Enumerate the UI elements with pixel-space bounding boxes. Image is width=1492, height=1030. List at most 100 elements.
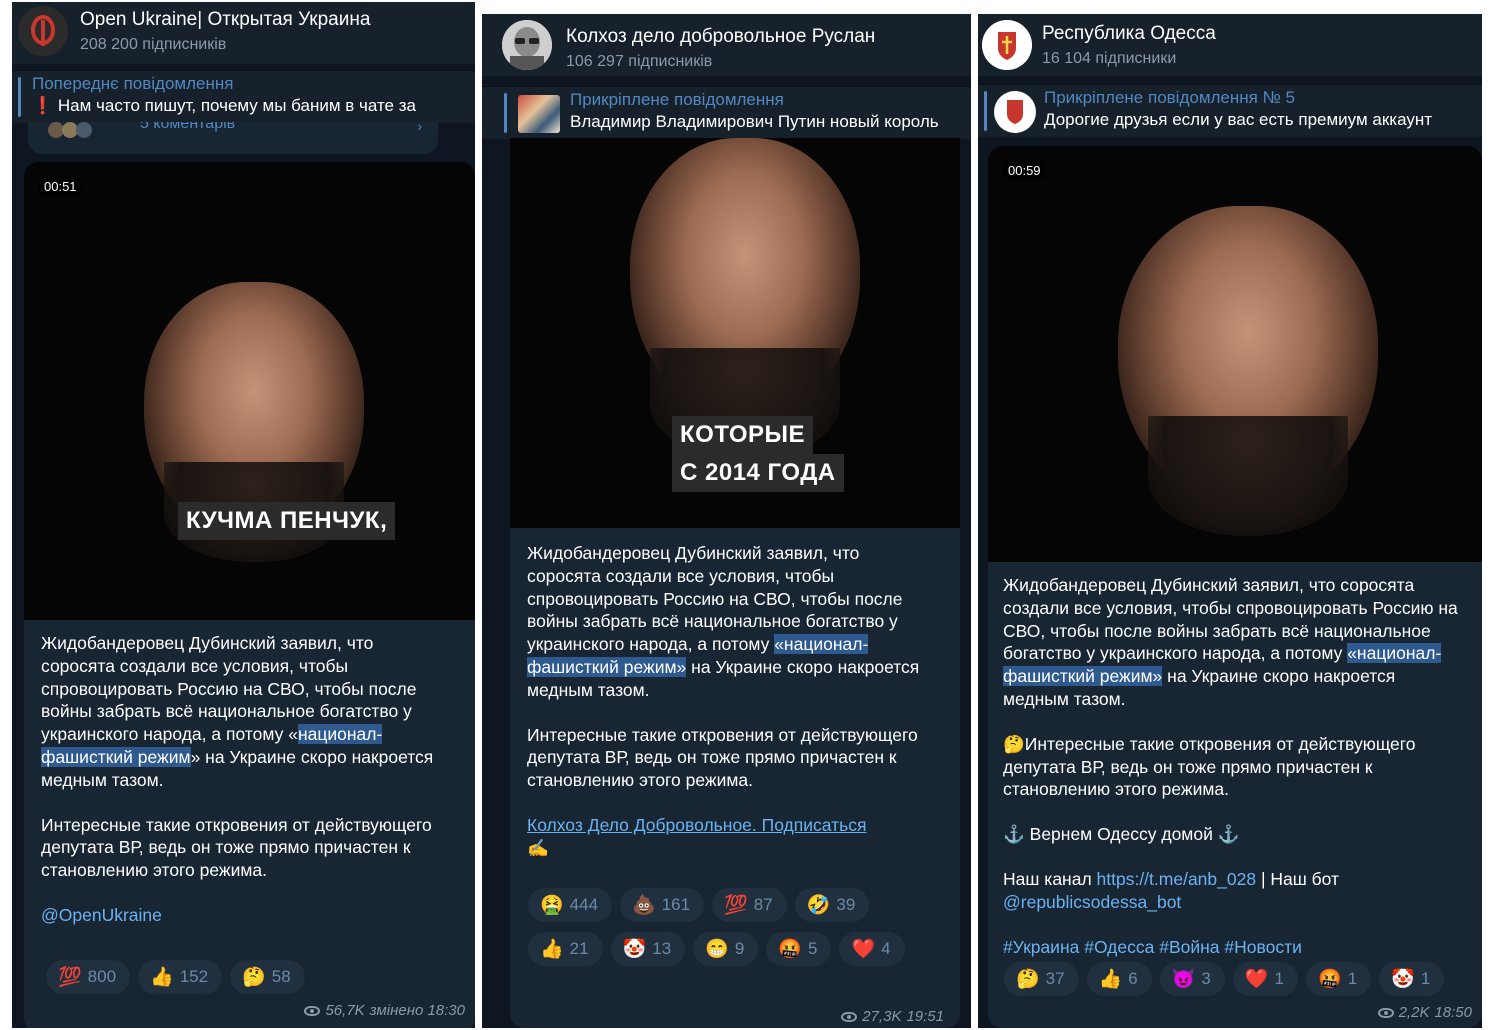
pinned-indicator [18,77,21,117]
video-duration: 00:51 [38,176,83,197]
reaction-devil[interactable]: 😈 3 [1159,962,1225,996]
post-time: 18:50 [1434,1004,1472,1021]
previous-post-comments-peek[interactable]: 5 коментарів › [28,122,438,154]
pinned-thumbnail [994,91,1036,133]
pinned-label: Прикріплене повідомлення № 5 [1044,88,1296,107]
reaction-vomit[interactable]: 🤮 444 [528,888,613,922]
hundred-points-icon: 💯 [58,967,82,988]
thumbs-up-icon: 👍 [540,939,564,960]
chevron-right-icon: › [417,122,422,134]
red-heart-icon: ❤️ [1244,969,1269,990]
view-count: 56,7K [325,1002,365,1019]
reactions-row: 🤮 444 💩 161 💯 87 🤣 39 👍 21 🤡 13 😁 9 🤬 5 ❤️ 4 [528,888,948,966]
reaction-cursing[interactable]: 🤬 5 [766,932,832,966]
channel-header[interactable]: Республика Одесса 16 104 підписники [978,14,1482,76]
thinking-face-icon: 🤔 [1003,733,1025,754]
comments-count: 5 коментарів [140,122,236,132]
reaction-thumbs-up[interactable]: 👍 21 [528,932,603,966]
odessa-coat-of-arms-icon [982,20,1032,70]
message-paragraph-2: Интересные такие откровения от действующ… [41,814,432,881]
reaction-heart[interactable]: ❤️ 4 [839,932,905,966]
channel-title[interactable]: Колхоз дело добровольное Руслан [566,26,875,48]
video-player[interactable]: 00:59 [988,146,1482,562]
video-player[interactable]: 00:51 КУЧМА ПЕНЧУК, [24,162,475,620]
reaction-clown[interactable]: 🤡 13 [610,932,686,966]
channel-header[interactable]: Open Ukraine| Открытая Украина 208 200 п… [12,2,475,64]
reaction-rofl[interactable]: 🤣 39 [794,888,870,922]
video-caption-line-2: С 2014 ГОДА [672,454,844,492]
telegram-panel-open-ukraine: Open Ukraine| Открытая Украина 208 200 п… [12,2,475,1028]
reaction-grin[interactable]: 😁 9 [693,932,759,966]
reaction-hundred[interactable]: 💯 87 [712,888,787,922]
pinned-indicator [504,93,507,133]
channel-avatar[interactable] [502,20,552,70]
eye-icon [304,1005,321,1016]
channel-url-link[interactable]: https://t.me/anb_028 [1097,869,1257,889]
cursing-face-icon: 🤬 [778,939,802,960]
message-paragraph: Жидобандеровец Дубинский заявил, что сор… [41,633,434,790]
reactions-row: 💯 800 👍 152 🤔 58 [46,960,466,994]
message-bubble: КОТОРЫЕ С 2014 ГОДА Жидобандеровец Дубин… [510,138,960,1028]
reaction-heart[interactable]: ❤️ 1 [1232,962,1299,996]
red-heart-icon: ❤️ [851,939,876,960]
reaction-clown[interactable]: 🤡 1 [1379,962,1445,996]
pinned-label: Попереднє повідомлення [32,74,234,93]
vomiting-face-icon: 🤮 [540,895,564,916]
message-paragraph-2: Интересные такие откровения от действующ… [527,724,918,791]
smiling-devil-icon: 😈 [1171,969,1196,990]
view-count: 2,2K [1398,1004,1430,1021]
rolling-laughing-icon: 🤣 [806,895,831,916]
message-meta: 2,2K 18:50 [1377,1004,1472,1021]
message-text: Жидобандеровец Дубинский заявил, что сор… [1003,574,1463,958]
video-player[interactable]: КОТОРЫЕ С 2014 ГОДА [510,138,960,528]
reaction-thinking[interactable]: 🤔 37 [1004,962,1079,996]
channel-header[interactable]: Колхоз дело добровольное Руслан 106 297 … [482,14,971,76]
clown-face-icon: 🤡 [1391,969,1415,990]
reaction-hundred[interactable]: 💯 800 [46,960,131,994]
subscriber-count: 208 200 підписників [80,36,227,53]
message-paragraph: Жидобандеровец Дубинский заявил, что сор… [527,543,920,700]
reaction-poop[interactable]: 💩 161 [620,888,705,922]
channel-avatar[interactable] [18,6,68,56]
pinned-message-bar[interactable]: Прикріплене повідомлення Владимир Владим… [482,86,971,139]
bot-link[interactable]: @republicsodessa_bot [1003,892,1181,912]
thinking-face-icon: 🤔 [1016,969,1040,990]
hundred-points-icon: 💯 [724,895,748,916]
channel-title[interactable]: Open Ukraine| Открытая Украина [80,9,370,31]
pinned-text: Дорогие друзья если у вас есть премиум а… [1044,110,1433,129]
pinned-text-row: ❗ Нам часто пишут, почему мы баним в чат… [32,96,416,116]
eye-icon [841,1011,858,1022]
reaction-thinking[interactable]: 🤔 58 [230,960,305,994]
pinned-message-bar[interactable]: Прикріплене повідомлення № 5 Дорогие дру… [978,84,1482,137]
view-count: 27,3K [862,1008,902,1025]
telegram-panel-kolkhoz: Колхоз дело добровольное Руслан 106 297 … [482,14,971,1028]
channel-title[interactable]: Республика Одесса [1042,23,1216,45]
man-with-glasses-avatar-icon [502,20,552,70]
odessa-coat-of-arms-icon [1007,100,1023,124]
reaction-thumbs-up[interactable]: 👍 152 [138,960,223,994]
hashtags[interactable]: #Украина #Одесса #Война #Новости [1003,936,1463,959]
message-bubble: 00:51 КУЧМА ПЕНЧУК, Жидобандеровец Дубин… [24,162,475,1028]
pinned-message-bar[interactable]: Попереднє повідомлення ❗ Нам часто пишут… [12,70,475,123]
subscriber-count: 16 104 підписники [1042,50,1177,67]
subscriber-count: 106 297 підписників [566,53,713,70]
message-meta: 27,3K 19:51 [841,1008,944,1025]
pinned-label: Прикріплене повідомлення [570,90,784,109]
commenter-avatar [76,122,92,138]
message-text: Жидобандеровец Дубинский заявил, что сор… [41,632,441,927]
message-paragraph-2: 🤔Интересные такие откровения от действую… [1003,733,1416,800]
reaction-cursing[interactable]: 🤬 1 [1306,962,1372,996]
subscribe-link-row: Колхоз Дело Добровольное. Подписаться ✍ [527,814,927,860]
reaction-thumbs-up[interactable]: 👍 6 [1086,962,1152,996]
pinned-text: Владимир Владимирович Путин новый король [570,112,939,131]
video-caption-line-1: КОТОРЫЕ [672,416,814,454]
channel-mention-link[interactable]: @OpenUkraine [41,904,441,927]
subscribe-link[interactable]: Колхоз Дело Добровольное. Подписаться [527,815,866,835]
clown-face-icon: 🤡 [622,939,647,960]
pinned-text: Нам часто пишут, почему мы баним в чате … [57,96,416,115]
edited-time: змінено 18:30 [369,1002,465,1019]
grinning-face-icon: 😁 [705,939,729,960]
message-meta: 56,7K змінено 18:30 [304,1002,465,1019]
channel-avatar[interactable] [982,20,1032,70]
message-text: Жидобандеровец Дубинский заявил, что сор… [527,542,927,860]
